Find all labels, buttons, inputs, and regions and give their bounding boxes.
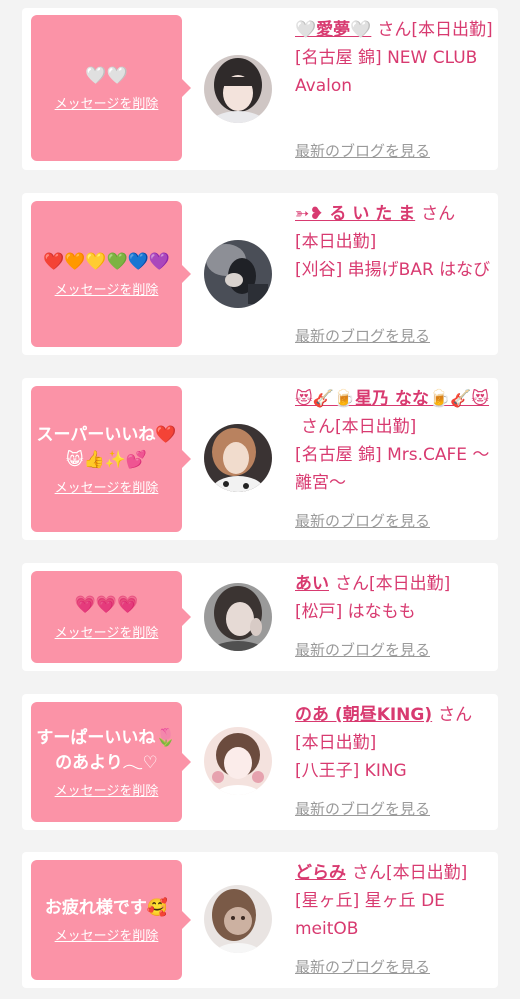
delete-message-link[interactable]: メッセージを削除	[55, 93, 159, 112]
sender-info: どらみ さん[本日出勤] [星ヶ丘] 星ヶ丘 DE meitOB	[295, 859, 495, 943]
message-card: ❤️🧡💛💚💙💜 メッセージを削除 ➳❥ る い た まさん [本日出勤] [刈谷…	[22, 193, 498, 355]
message-card: スーパーいいね❤️ 😸👍✨💕 メッセージを削除 😻🎸🍺星乃 なな🍺🎸😻 さん[本日…	[22, 378, 498, 540]
sender-name[interactable]: ➳❥ る い た ま	[295, 204, 415, 224]
message-bubble: 🤍🤍 メッセージを削除	[31, 15, 191, 161]
honorific: さん	[421, 204, 456, 224]
message-text: ❤️🧡💛💚💙💜	[42, 252, 170, 272]
message-card: すーぱーいいね🌷 のあより𓂃♡ メッセージを削除 のあ (朝昼KING) さん […	[22, 694, 498, 830]
sender-info: 😻🎸🍺星乃 なな🍺🎸😻 さん[本日出勤] [名古屋 錦] Mrs.CAFE 〜離宮…	[295, 385, 495, 497]
delete-message-link[interactable]: メッセージを削除	[55, 622, 159, 641]
latest-blog-link[interactable]: 最新のブログを見る	[295, 956, 430, 977]
sender-name[interactable]: 😻🎸🍺星乃 なな🍺🎸😻	[295, 389, 489, 409]
avatar[interactable]	[204, 727, 272, 795]
store-name: [星ヶ丘] 星ヶ丘 DE meitOB	[295, 891, 445, 939]
avatar[interactable]	[204, 583, 272, 651]
sender-info: ➳❥ る い た まさん [本日出勤] [刈谷] 串揚げBAR はなび	[295, 200, 495, 284]
sender-name[interactable]: 🤍愛夢🤍	[295, 20, 371, 40]
work-status: [本日出勤]	[295, 232, 377, 252]
honorific: さん	[438, 705, 473, 725]
work-status: [本日出勤]	[411, 20, 493, 40]
message-bubble: お疲れ様です🥰 メッセージを削除	[31, 860, 191, 980]
sender-name[interactable]: のあ (朝昼KING)	[295, 705, 432, 725]
avatar[interactable]	[204, 424, 272, 492]
honorific: さん	[301, 417, 335, 437]
store-name: [刈谷] 串揚げBAR はなび	[295, 260, 491, 280]
message-bubble: すーぱーいいね🌷 のあより𓂃♡ メッセージを削除	[31, 702, 191, 822]
delete-message-link[interactable]: メッセージを削除	[55, 780, 159, 799]
delete-message-link[interactable]: メッセージを削除	[55, 477, 159, 496]
delete-message-link[interactable]: メッセージを削除	[55, 279, 159, 298]
sender-name[interactable]: あい	[295, 574, 329, 594]
latest-blog-link[interactable]: 最新のブログを見る	[295, 510, 430, 531]
store-name: [八王子] KING	[295, 761, 407, 781]
store-name: [名古屋 錦] NEW CLUB Avalon	[295, 48, 478, 96]
message-bubble: 💗💗💗 メッセージを削除	[31, 571, 191, 663]
latest-blog-link[interactable]: 最新のブログを見る	[295, 798, 430, 819]
avatar[interactable]	[204, 55, 272, 123]
message-text: お疲れ様です🥰	[44, 898, 169, 918]
message-bubble: スーパーいいね❤️ 😸👍✨💕 メッセージを削除	[31, 386, 191, 532]
profile-photo-icon	[204, 240, 272, 308]
avatar[interactable]	[204, 885, 272, 953]
sender-info: あい さん[本日出勤] [松戸] はなもも	[295, 570, 495, 626]
profile-photo-icon	[204, 583, 272, 651]
avatar[interactable]	[204, 240, 272, 308]
message-text: すーぱーいいね🌷 のあより𓂃♡	[36, 727, 177, 773]
message-text: 🤍🤍	[85, 66, 128, 86]
message-text: 💗💗💗	[74, 595, 139, 615]
profile-photo-icon	[204, 55, 272, 123]
message-list: 🤍🤍 メッセージを削除 🤍愛夢🤍 さん[本日出勤] [名古屋 錦] NEW CLU…	[0, 0, 520, 999]
message-text: スーパーいいね❤️ 😸👍✨💕	[36, 424, 177, 470]
delete-message-link[interactable]: メッセージを削除	[55, 925, 159, 944]
message-card: お疲れ様です🥰 メッセージを削除 どらみ さん[本日出勤] [星ヶ丘] 星ヶ丘 D…	[22, 852, 498, 988]
work-status: [本日出勤]	[369, 574, 451, 594]
store-name: [名古屋 錦] Mrs.CAFE 〜離宮〜	[295, 445, 490, 493]
message-card: 💗💗💗 メッセージを削除 あい さん[本日出勤] [松戸] はなもも 最新のブログ…	[22, 563, 498, 671]
work-status: [本日出勤]	[386, 863, 468, 883]
profile-photo-icon	[204, 885, 272, 953]
message-card: 🤍🤍 メッセージを削除 🤍愛夢🤍 さん[本日出勤] [名古屋 錦] NEW CLU…	[22, 8, 498, 170]
sender-name[interactable]: どらみ	[295, 863, 346, 883]
profile-photo-icon	[204, 727, 272, 795]
sender-info: のあ (朝昼KING) さん [本日出勤] [八王子] KING	[295, 701, 495, 785]
work-status: [本日出勤]	[295, 733, 377, 753]
message-bubble: ❤️🧡💛💚💙💜 メッセージを削除	[31, 201, 191, 347]
latest-blog-link[interactable]: 最新のブログを見る	[295, 325, 430, 346]
latest-blog-link[interactable]: 最新のブログを見る	[295, 639, 430, 660]
latest-blog-link[interactable]: 最新のブログを見る	[295, 140, 430, 161]
store-name: [松戸] はなもも	[295, 602, 416, 622]
honorific: さん	[377, 20, 412, 40]
work-status: [本日出勤]	[335, 417, 417, 437]
honorific: さん	[352, 863, 386, 883]
profile-photo-icon	[204, 424, 272, 492]
honorific: さん	[335, 574, 369, 594]
sender-info: 🤍愛夢🤍 さん[本日出勤] [名古屋 錦] NEW CLUB Avalon	[295, 16, 495, 100]
